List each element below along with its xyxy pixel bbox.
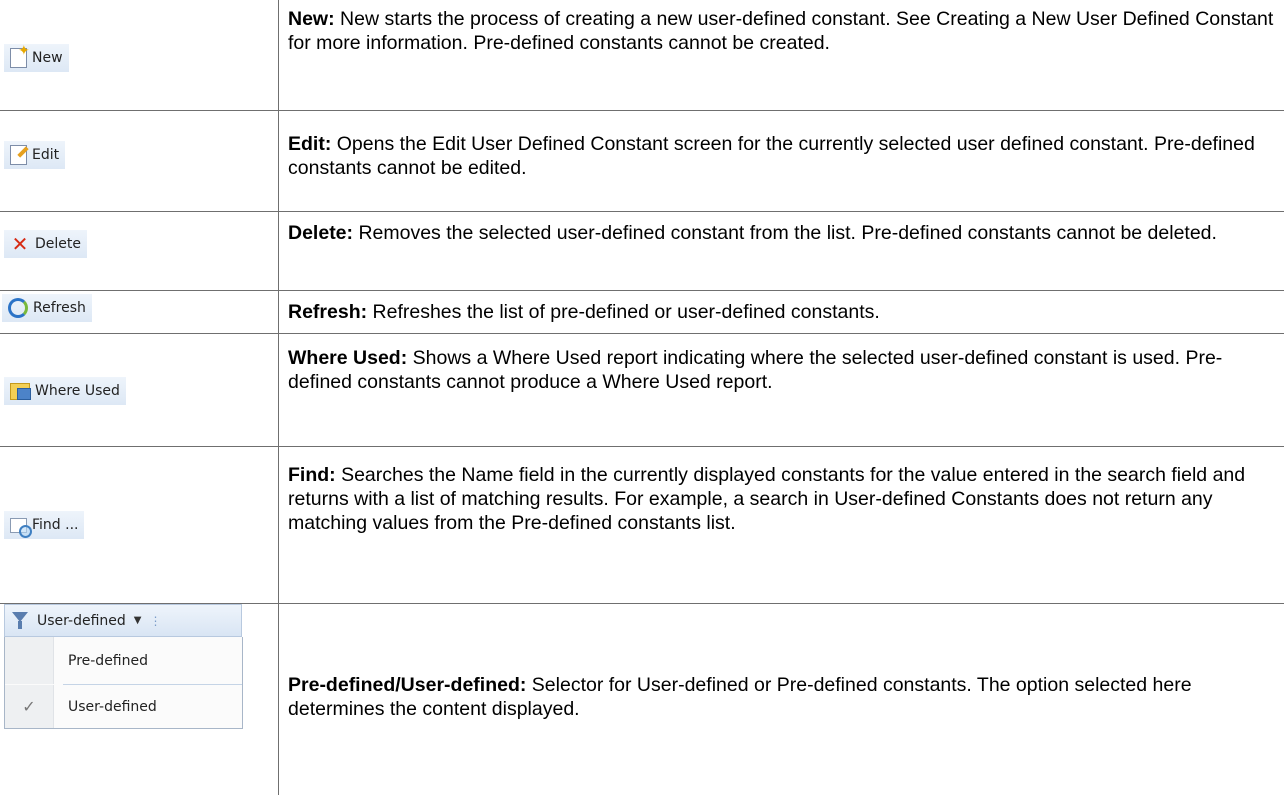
description-cell: Delete: Removes the selected user-define… <box>279 212 1284 290</box>
button-cell: Find ... <box>0 447 279 603</box>
description-cell: Find: Searches the Name field in the cur… <box>279 447 1284 603</box>
button-cell: Refresh <box>0 291 279 333</box>
find-icon <box>10 517 32 538</box>
filter-icon <box>11 611 31 631</box>
description-cell: Refresh: Refreshes the list of pre-defin… <box>279 291 1284 333</box>
refresh-button-label: Refresh <box>33 300 86 316</box>
where-used-button-label: Where Used <box>35 383 120 399</box>
menu-item-label: Pre-defined <box>68 652 149 669</box>
button-cell: ✕ Delete <box>0 212 279 290</box>
delete-button[interactable]: ✕ Delete <box>4 230 87 258</box>
description-term: Edit: <box>288 133 332 155</box>
description-cell: Where Used: Shows a Where Used report in… <box>279 334 1284 446</box>
find-button[interactable]: Find ... <box>4 511 85 539</box>
refresh-icon <box>8 298 28 318</box>
button-cell: Where Used <box>0 334 279 446</box>
table-row: User-defined ▼ ⋮ Pre-defined ✓ User-defi… <box>0 604 1284 795</box>
table-row: Refresh Refresh: Refreshes the list of p… <box>0 291 1284 334</box>
table-row: New New: New starts the process of creat… <box>0 0 1284 111</box>
menu-item-pre-defined[interactable]: Pre-defined <box>5 637 242 684</box>
delete-x-icon: ✕ <box>11 232 29 256</box>
description-cell: New: New starts the process of creating … <box>279 0 1284 110</box>
description-text: Searches the Name field in the currently… <box>288 464 1246 534</box>
constant-type-selector: User-defined ▼ ⋮ Pre-defined ✓ User-defi… <box>4 604 243 729</box>
description-term: Refresh: <box>288 301 368 323</box>
description-text: Opens the Edit User Defined Constant scr… <box>288 133 1255 179</box>
menu-item-label: User-defined <box>68 698 157 715</box>
description-term: Where Used: <box>288 347 408 369</box>
description-text: Removes the selected user-defined consta… <box>353 222 1217 244</box>
edit-button[interactable]: Edit <box>4 141 66 169</box>
table-row: ✕ Delete Delete: Removes the selected us… <box>0 212 1284 291</box>
description-text: Shows a Where Used report indicating whe… <box>288 347 1223 393</box>
selector-menu: Pre-defined ✓ User-defined <box>4 637 243 729</box>
table-row: Where Used Where Used: Shows a Where Use… <box>0 334 1284 447</box>
button-cell: New <box>0 0 279 110</box>
menu-item-user-defined[interactable]: ✓ User-defined <box>5 685 242 728</box>
table-row: Find ... Find: Searches the Name field i… <box>0 447 1284 604</box>
menu-check-column <box>5 637 54 684</box>
selector-selected-label: User-defined <box>37 612 126 629</box>
check-icon: ✓ <box>5 685 54 728</box>
find-button-label: Find ... <box>32 517 79 533</box>
new-document-icon <box>10 43 30 68</box>
edit-button-label: Edit <box>32 147 60 163</box>
description-cell: Edit: Opens the Edit User Defined Consta… <box>279 111 1284 211</box>
selector-dropdown-button[interactable]: User-defined ▼ ⋮ <box>4 604 242 637</box>
description-text: Refreshes the list of pre-defined or use… <box>367 301 880 323</box>
delete-button-label: Delete <box>35 236 81 252</box>
reference-table: New New: New starts the process of creat… <box>0 0 1284 795</box>
selector-cell: User-defined ▼ ⋮ Pre-defined ✓ User-defi… <box>0 604 279 795</box>
where-used-button[interactable]: Where Used <box>4 377 126 405</box>
description-term: Find: <box>288 464 336 486</box>
toolbar-grip-icon: ⋮ <box>149 613 161 628</box>
new-button-label: New <box>32 50 63 66</box>
button-cell: Edit <box>0 111 279 211</box>
description-cell: Pre-defined/User-defined: Selector for U… <box>279 604 1284 795</box>
table-row: Edit Edit: Opens the Edit User Defined C… <box>0 111 1284 212</box>
chevron-down-icon: ▼ <box>133 615 142 626</box>
new-button[interactable]: New <box>4 43 69 72</box>
edit-pencil-icon <box>10 145 27 165</box>
description-text: New starts the process of creating a new… <box>288 8 1274 54</box>
where-used-icon <box>10 382 31 400</box>
description-term: New: <box>288 8 335 30</box>
description-term: Delete: <box>288 222 354 244</box>
description-term: Pre-defined/User-defined: <box>288 674 527 696</box>
refresh-button[interactable]: Refresh <box>2 294 92 322</box>
